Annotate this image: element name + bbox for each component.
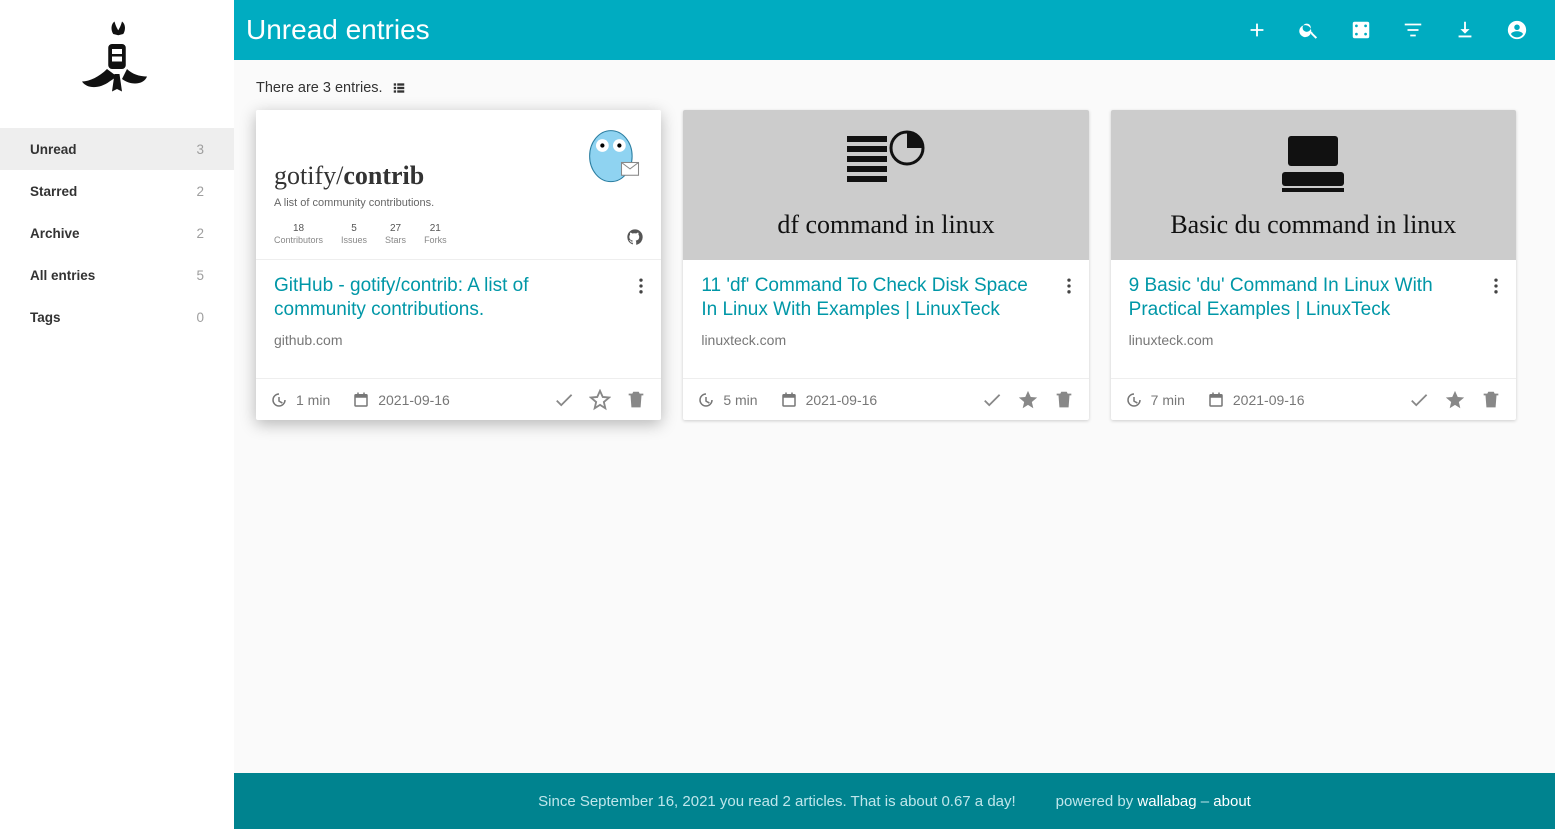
search-icon — [1298, 19, 1320, 41]
entry-card: df command in linux 11 'df' Command To Ch… — [683, 110, 1088, 420]
entry-read-time: 5 min — [723, 392, 757, 408]
entry-card-grid: gotify/contrib A list of community contri… — [256, 110, 1516, 420]
entry-domain[interactable]: github.com — [274, 332, 643, 348]
sidebar-item-starred[interactable]: Starred 2 — [0, 170, 234, 212]
sidebar: Unread 3 Starred 2 Archive 2 All entries 5 Tags 0 — [0, 0, 234, 829]
sidebar-item-all-entries[interactable]: All entries 5 — [0, 254, 234, 296]
entry-card-body: 9 Basic 'du' Command In Linux With Pract… — [1111, 260, 1516, 378]
gopher-icon — [579, 120, 647, 188]
gh-repo-subtitle: A list of community contributions. — [274, 197, 434, 209]
filter-button[interactable] — [1387, 0, 1439, 60]
entries-summary-row: There are 3 entries. — [256, 80, 1533, 96]
entry-card-footer: 1 min 2021-09-16 — [256, 378, 661, 420]
timer-icon — [1125, 391, 1143, 409]
delete-button[interactable] — [1480, 389, 1502, 411]
sidebar-item-label: All entries — [30, 268, 95, 283]
topbar: Unread entries — [234, 0, 1555, 60]
entry-card: Basic du command in linux 9 Basic 'du' Co… — [1111, 110, 1516, 420]
delete-button[interactable] — [625, 389, 647, 411]
calendar-icon — [1207, 391, 1225, 409]
sidebar-item-label: Archive — [30, 226, 80, 241]
disk-stack-icon — [841, 130, 931, 200]
footer-stats: Since September 16, 2021 you read 2 arti… — [538, 793, 1016, 810]
entry-preview-label: df command in linux — [777, 210, 994, 240]
sidebar-item-label: Unread — [30, 142, 77, 157]
entry-card: gotify/contrib A list of community contri… — [256, 110, 661, 420]
sidebar-item-archive[interactable]: Archive 2 — [0, 212, 234, 254]
sidebar-item-label: Starred — [30, 184, 77, 199]
sidebar-nav: Unread 3 Starred 2 Archive 2 All entries 5 Tags 0 — [0, 128, 234, 338]
entry-date: 2021-09-16 — [806, 392, 878, 408]
timer-icon — [270, 391, 288, 409]
dice-icon — [1350, 19, 1372, 41]
entry-preview[interactable]: df command in linux — [683, 110, 1088, 260]
entry-menu-button[interactable] — [1059, 274, 1079, 298]
hdd-icon — [1268, 130, 1358, 200]
wallabag-logo-icon — [77, 19, 157, 109]
sidebar-item-count: 2 — [196, 184, 204, 199]
random-button[interactable] — [1335, 0, 1387, 60]
entry-card-footer: 5 min 2021-09-16 — [683, 378, 1088, 420]
sidebar-item-count: 0 — [196, 310, 204, 325]
entry-preview-label: Basic du command in linux — [1170, 210, 1456, 240]
entry-card-body: GitHub - gotify/contrib: A list of commu… — [256, 260, 661, 378]
sidebar-item-unread[interactable]: Unread 3 — [0, 128, 234, 170]
plus-icon — [1246, 19, 1268, 41]
account-button[interactable] — [1491, 0, 1543, 60]
entry-title-link[interactable]: 9 Basic 'du' Command In Linux With Pract… — [1129, 274, 1498, 322]
gh-stats-row: 18Contributors5Issues27Stars21Forks — [274, 223, 447, 245]
mark-read-button[interactable] — [981, 389, 1003, 411]
entry-date: 2021-09-16 — [1233, 392, 1305, 408]
entry-title-link[interactable]: 11 'df' Command To Check Disk Space In L… — [701, 274, 1070, 322]
github-icon — [627, 229, 643, 245]
sidebar-item-label: Tags — [30, 310, 61, 325]
star-button[interactable] — [1444, 389, 1466, 411]
entry-menu-button[interactable] — [631, 274, 651, 298]
page-title: Unread entries — [246, 14, 430, 46]
entry-card-body: 11 'df' Command To Check Disk Space In L… — [683, 260, 1088, 378]
footer-brand-link[interactable]: wallabag — [1137, 793, 1196, 810]
delete-button[interactable] — [1053, 389, 1075, 411]
entry-menu-button[interactable] — [1486, 274, 1506, 298]
content-area: There are 3 entries. gotify/contrib A lis… — [234, 60, 1555, 773]
entry-card-footer: 7 min 2021-09-16 — [1111, 378, 1516, 420]
search-button[interactable] — [1283, 0, 1335, 60]
export-button[interactable] — [1439, 0, 1491, 60]
calendar-icon — [352, 391, 370, 409]
sidebar-item-count: 3 — [196, 142, 204, 157]
entry-title-link[interactable]: GitHub - gotify/contrib: A list of commu… — [274, 274, 643, 322]
account-icon — [1506, 19, 1528, 41]
star-button[interactable] — [1017, 389, 1039, 411]
footer: Since September 16, 2021 you read 2 arti… — [234, 773, 1555, 829]
mark-read-button[interactable] — [553, 389, 575, 411]
entry-date: 2021-09-16 — [378, 392, 450, 408]
add-button[interactable] — [1231, 0, 1283, 60]
sidebar-item-tags[interactable]: Tags 0 — [0, 296, 234, 338]
entry-read-time: 7 min — [1151, 392, 1185, 408]
entry-preview[interactable]: gotify/contrib A list of community contri… — [256, 110, 661, 260]
mark-read-button[interactable] — [1408, 389, 1430, 411]
entries-summary-text: There are 3 entries. — [256, 80, 383, 96]
list-view-toggle[interactable] — [391, 81, 407, 95]
entry-preview[interactable]: Basic du command in linux — [1111, 110, 1516, 260]
entry-domain[interactable]: linuxteck.com — [1129, 332, 1498, 348]
sidebar-item-count: 5 — [196, 268, 204, 283]
star-button[interactable] — [589, 389, 611, 411]
sidebar-item-count: 2 — [196, 226, 204, 241]
main-region: Unread entries There are 3 entries. — [234, 0, 1555, 829]
brand-logo[interactable] — [0, 0, 234, 128]
calendar-icon — [780, 391, 798, 409]
filter-icon — [1402, 19, 1424, 41]
gh-repo-title: gotify/contrib — [274, 161, 424, 191]
timer-icon — [697, 391, 715, 409]
footer-powered-by: powered by wallabag – about — [1056, 793, 1251, 810]
entry-read-time: 1 min — [296, 392, 330, 408]
footer-about-link[interactable]: about — [1213, 793, 1251, 810]
download-icon — [1454, 19, 1476, 41]
entry-domain[interactable]: linuxteck.com — [701, 332, 1070, 348]
